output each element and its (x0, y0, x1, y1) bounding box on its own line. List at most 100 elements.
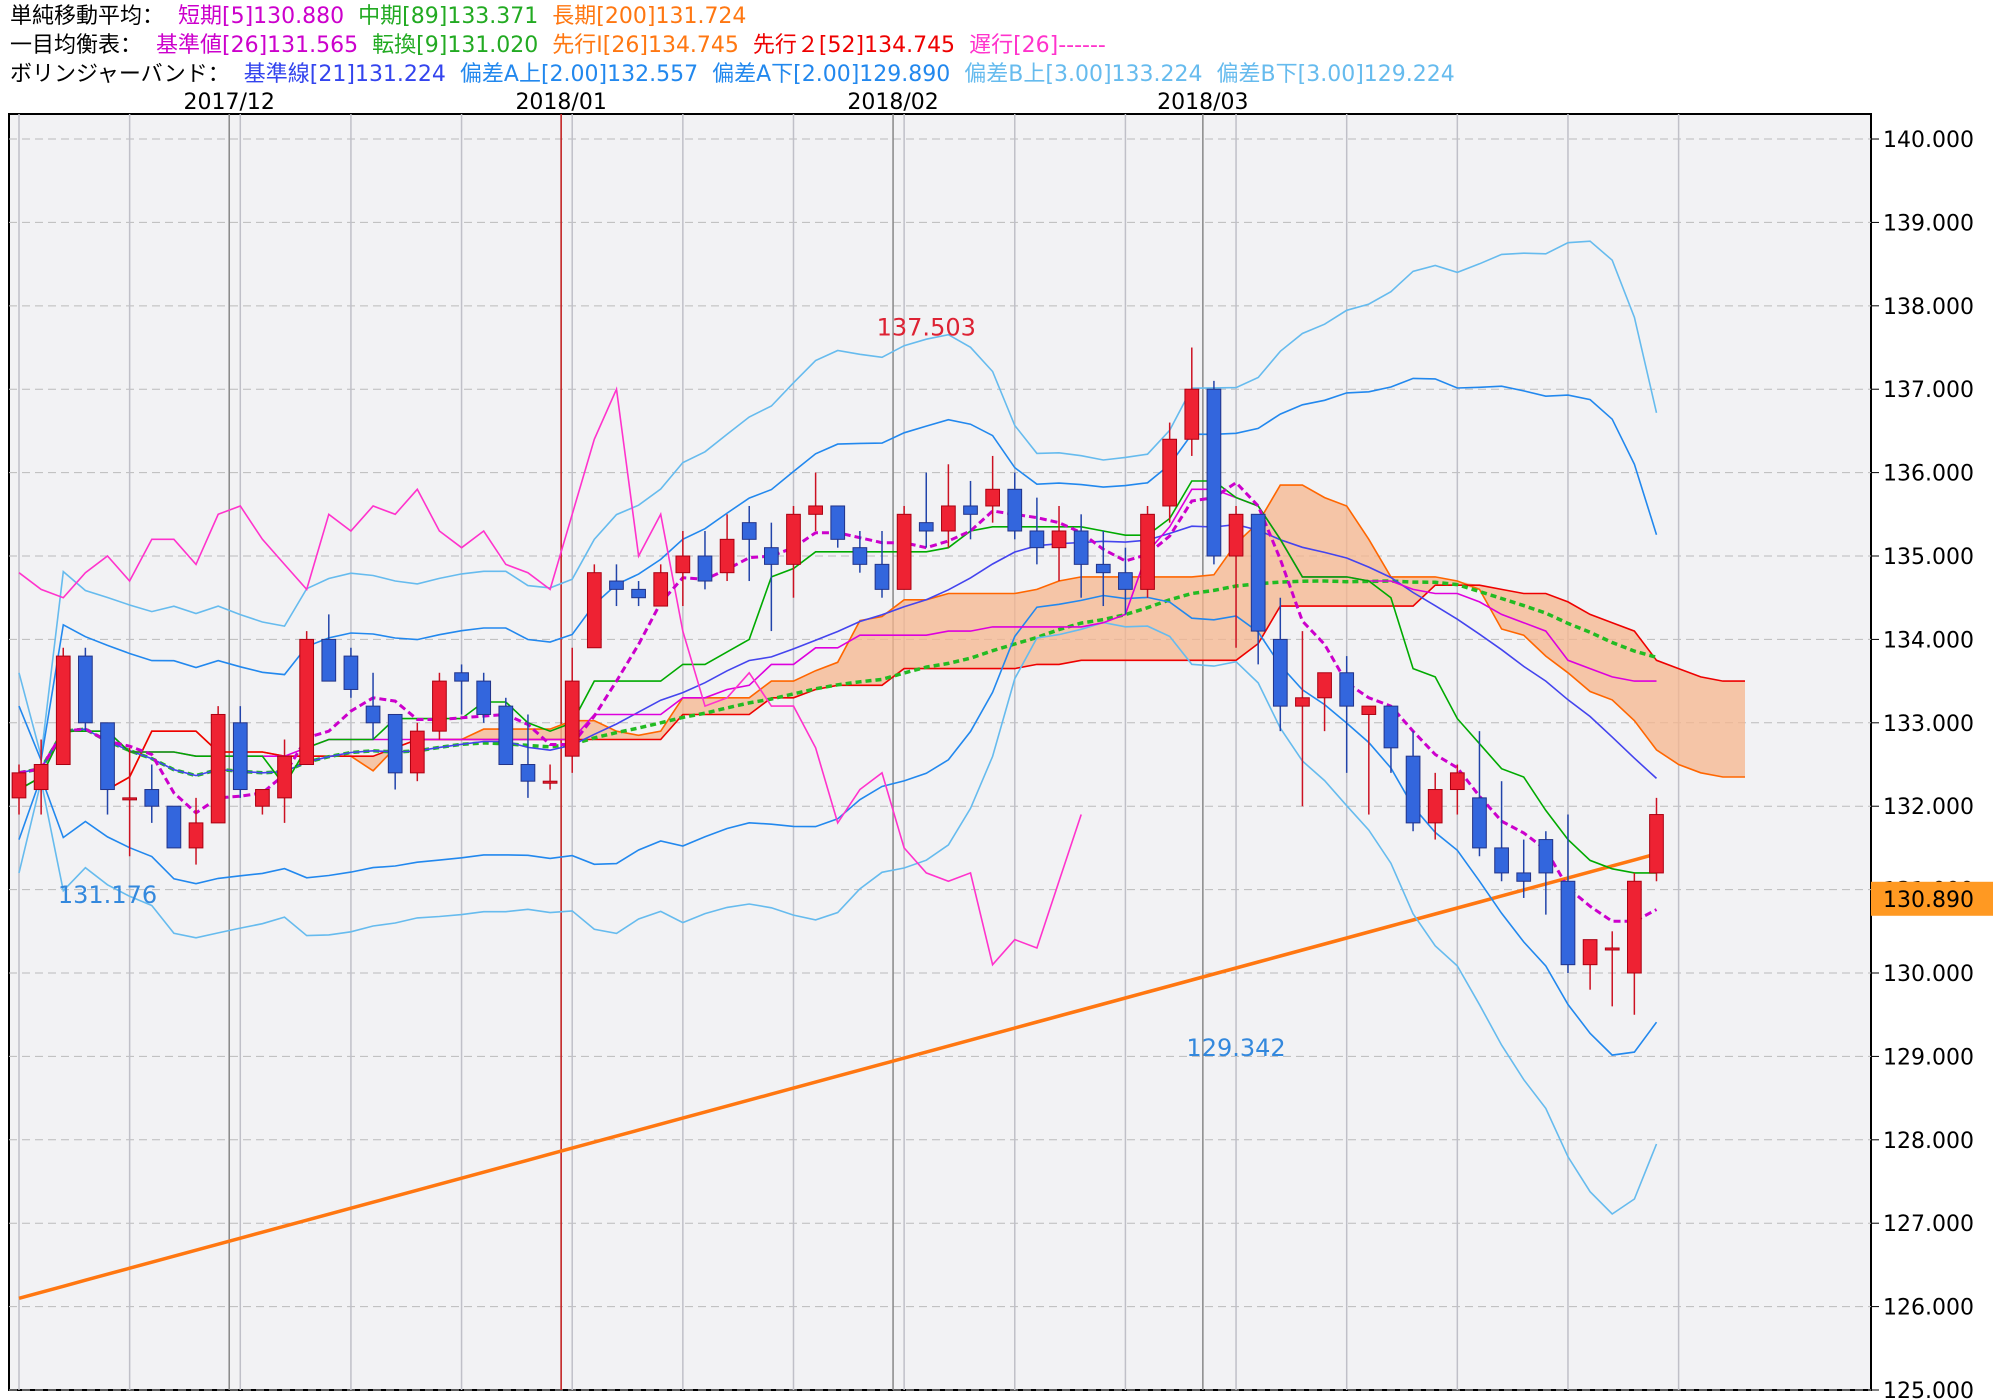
candle-body (1649, 814, 1664, 874)
candle-body (520, 764, 536, 782)
candle-body (874, 563, 890, 590)
candle-body (1427, 789, 1443, 824)
candle (586, 564, 602, 649)
current-price-label: 130.890 (1883, 888, 1974, 913)
candle-body (564, 680, 580, 757)
candle (78, 647, 93, 732)
candle (1140, 505, 1155, 598)
x-tick-label: 2017/12 (184, 90, 275, 115)
candle-body (763, 547, 779, 565)
candle-body (11, 772, 27, 799)
candle-body (1007, 488, 1023, 532)
candle-body (1228, 513, 1244, 557)
y-tick-label: 126.000 (1883, 1296, 1974, 1321)
y-tick-label: 129.000 (1883, 1045, 1974, 1070)
candle-body (299, 638, 315, 766)
candle-body (1073, 530, 1089, 565)
candle-body (1538, 839, 1554, 874)
candle (299, 631, 315, 766)
y-tick-label: 140.000 (1883, 128, 1974, 153)
candle-body (852, 547, 868, 565)
y-tick-label: 138.000 (1883, 295, 1974, 320)
candle-body (1295, 697, 1310, 707)
price-chart[interactable]: 140.000 139.000 138.000 137.000 136.000 135.0… (0, 0, 2004, 1400)
x-tick-label: 2018/01 (515, 90, 606, 115)
candle-body (985, 488, 1001, 507)
candle-body (365, 705, 381, 724)
candle-body (1095, 563, 1111, 574)
low-label: 131.176 (58, 881, 157, 909)
candle-body (675, 555, 691, 574)
candle-body (166, 805, 182, 849)
y-tick-label: 133.000 (1883, 712, 1974, 737)
candle-body (653, 572, 669, 607)
candle-body (1361, 705, 1377, 715)
candle-body (387, 713, 403, 774)
candle (1206, 380, 1222, 565)
candle-body (1184, 388, 1200, 440)
x-axis: 2017/12 2018/01 2018/02 2018/03 (184, 90, 1249, 115)
candle-body (719, 538, 735, 574)
candle-body (409, 730, 425, 774)
candle-body (786, 513, 801, 565)
candle (210, 706, 226, 824)
candle-body (100, 722, 115, 791)
y-tick-label: 134.000 (1883, 628, 1974, 653)
candle-body (586, 572, 602, 649)
candle (498, 697, 514, 766)
candle-body (255, 789, 270, 807)
candle-body (1272, 638, 1288, 707)
candle-body (78, 655, 93, 724)
y-axis: 140.000 139.000 138.000 137.000 136.000 135.0… (1871, 128, 1974, 1400)
candle (55, 647, 71, 766)
candle-body (741, 522, 757, 540)
candle-body (1626, 880, 1642, 974)
y-tick-label: 132.000 (1883, 795, 1974, 820)
candle-body (1449, 772, 1465, 791)
y-tick-label: 130.000 (1883, 962, 1974, 987)
candle-body (896, 513, 912, 590)
candle-body (830, 505, 846, 540)
candle-body (1516, 872, 1532, 882)
candle (896, 505, 912, 590)
x-tick-label: 2018/03 (1157, 90, 1248, 115)
candle-body (122, 797, 138, 801)
candle-body (542, 780, 558, 784)
y-tick-label: 135.000 (1883, 545, 1974, 570)
candle-body (454, 672, 469, 682)
high-label: 137.503 (877, 313, 976, 341)
candle-body (609, 580, 624, 590)
candle (409, 722, 425, 782)
y-tick-label: 136.000 (1883, 462, 1974, 487)
candle-body (1472, 797, 1487, 849)
candle-body (232, 722, 248, 791)
candle-body (808, 505, 823, 515)
candle-body (1029, 530, 1045, 549)
candle-body (277, 755, 292, 799)
candle-body (1604, 947, 1620, 951)
candle-body (963, 505, 978, 515)
x-tick-label: 2018/02 (847, 90, 938, 115)
candle-body (1560, 880, 1576, 966)
y-tick-label: 125.000 (1883, 1379, 1974, 1400)
candle-body (1582, 939, 1598, 966)
candle-body (1051, 530, 1067, 549)
candle-body (144, 789, 160, 807)
candle-body (1140, 513, 1155, 590)
candle (432, 672, 447, 740)
candle-body (1118, 572, 1133, 590)
candle-body (1494, 847, 1509, 874)
y-tick-label: 128.000 (1883, 1129, 1974, 1154)
low-label: 129.342 (1186, 1034, 1285, 1062)
candle-body (476, 680, 492, 715)
candle (166, 805, 182, 849)
candle-body (321, 638, 337, 682)
candle-body (188, 822, 204, 849)
candle-body (210, 713, 226, 824)
candle-body (33, 764, 49, 791)
candle-body (631, 588, 646, 599)
y-tick-label: 127.000 (1883, 1212, 1974, 1237)
candle-body (1339, 672, 1355, 707)
candle-body (918, 522, 934, 532)
candle-body (432, 680, 447, 732)
